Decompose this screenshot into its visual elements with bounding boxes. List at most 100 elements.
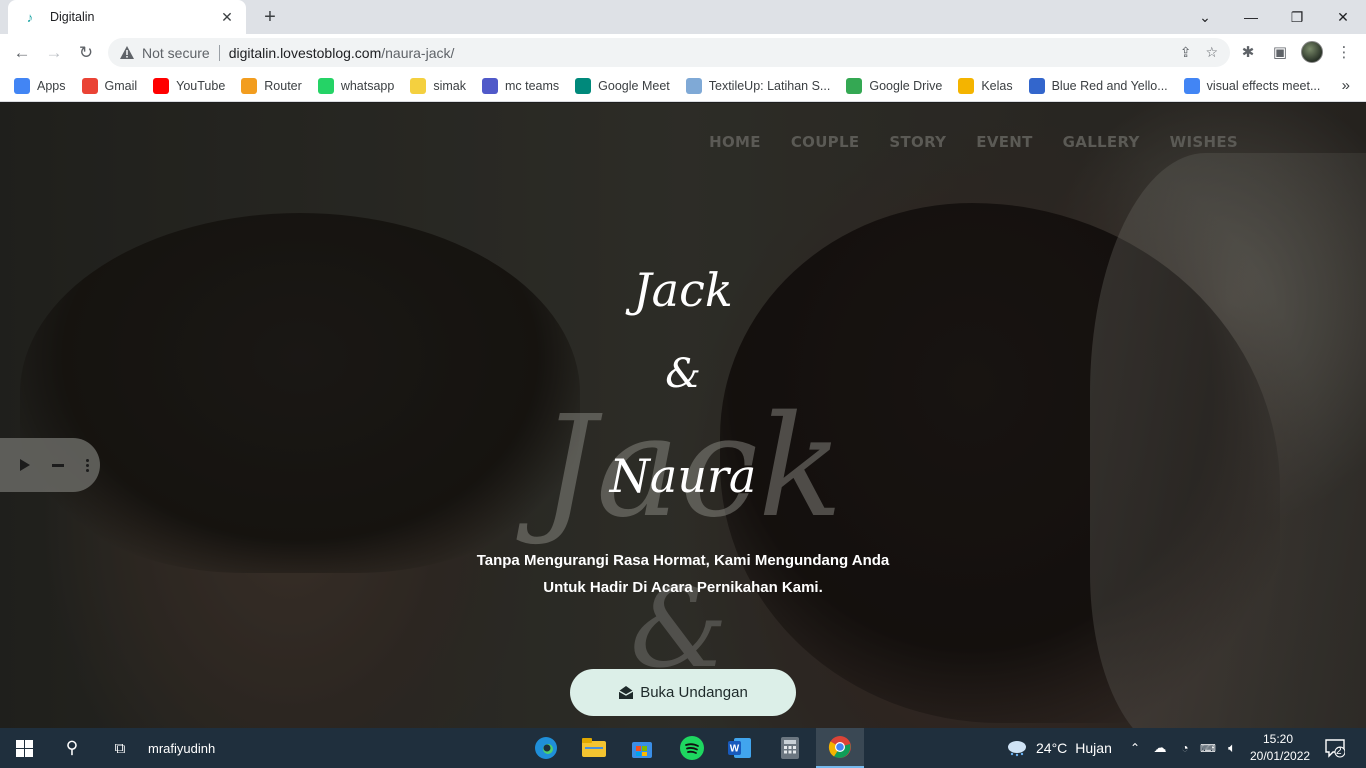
bookmark-label: Apps	[37, 79, 66, 93]
minimize-button[interactable]: —	[1228, 0, 1274, 34]
back-button[interactable]: ←	[8, 39, 36, 67]
invitation-line-2: Untuk Hadir Di Acara Pernikahan Kami.	[543, 579, 823, 596]
bookmark-item[interactable]: Gmail	[81, 78, 138, 94]
url-host: digitalin.lovestoblog.com	[228, 44, 382, 61]
music-player	[0, 438, 100, 492]
bookmark-item[interactable]: simak	[410, 78, 466, 94]
bookmark-label: whatsapp	[340, 79, 395, 93]
nav-item-event[interactable]: EVENT	[976, 133, 1032, 151]
bookmark-item[interactable]: YouTube	[153, 78, 225, 94]
bookmark-label: Google Drive	[869, 79, 943, 93]
profile-avatar[interactable]	[1301, 41, 1323, 63]
search-icon[interactable]: ⚲	[48, 728, 96, 768]
edge-app-icon[interactable]	[522, 728, 570, 768]
bookmark-label: visual effects meet...	[1206, 79, 1321, 93]
bride-name: Naura	[609, 449, 757, 503]
close-tab-icon[interactable]: ✕	[218, 8, 236, 26]
start-button[interactable]	[0, 728, 48, 768]
not-secure-label[interactable]: Not secure	[142, 45, 210, 61]
textileup-icon	[685, 78, 702, 94]
weather-description: Hujan	[1075, 740, 1112, 756]
nav-item-wishes[interactable]: WISHES	[1170, 133, 1238, 151]
apps-grid-icon	[14, 78, 30, 94]
whatsapp-icon	[317, 78, 334, 94]
player-menu-icon[interactable]	[86, 458, 89, 472]
volume-icon[interactable]: 🔈︎	[1222, 728, 1242, 768]
site-favicon-icon: ♪	[26, 9, 34, 25]
canva-icon	[1028, 78, 1045, 94]
nav-item-couple[interactable]: COUPLE	[791, 133, 860, 151]
site-nav: HOME COUPLE STORY EVENT GALLERY WISHES	[709, 133, 1238, 151]
restore-button[interactable]: ❐	[1274, 0, 1320, 34]
bookmark-item[interactable]: Router	[241, 78, 302, 94]
bookmark-label: Kelas	[981, 79, 1013, 93]
address-separator	[218, 44, 220, 61]
nav-item-story[interactable]: STORY	[889, 133, 946, 151]
ime-language-icon[interactable]: ⌨	[1198, 728, 1218, 768]
bookmark-item[interactable]: whatsapp	[317, 78, 395, 94]
taskbar-clock[interactable]: 15:20 20/01/2022	[1250, 731, 1310, 765]
word-icon[interactable]: W	[716, 728, 764, 768]
spotify-icon[interactable]	[668, 728, 716, 768]
notification-count: 2	[1336, 746, 1342, 757]
simak-icon	[410, 78, 427, 94]
bookmark-item[interactable]: Apps	[14, 78, 66, 94]
extensions-puzzle-icon[interactable]: ✱	[1238, 42, 1258, 62]
bookmark-label: YouTube	[176, 79, 226, 93]
teams-icon	[481, 78, 498, 94]
bookmarks-bar: Apps Gmail YouTube Router whatsapp simak mc te…	[0, 71, 1366, 102]
bookmark-item[interactable]: Google Meet	[575, 78, 670, 94]
more-bookmarks-icon[interactable]: »	[1342, 77, 1350, 94]
bookmark-label: Google Meet	[598, 79, 670, 93]
bookmark-label: Blue Red and Yello...	[1051, 79, 1168, 93]
address-bar[interactable]: Not secure digitalin.lovestoblog.com/nau…	[108, 38, 1230, 67]
invitation-line-1: Tanpa Mengurangi Rasa Hormat, Kami Mengu…	[476, 552, 890, 569]
classroom-icon	[958, 78, 975, 94]
bookmark-item[interactable]: visual effects meet...	[1183, 78, 1321, 94]
tab-title: Digitalin	[50, 10, 95, 24]
minimize-player-icon[interactable]	[52, 463, 64, 467]
nav-item-home[interactable]: HOME	[709, 133, 761, 151]
wifi-icon[interactable]: ◔	[1176, 728, 1194, 768]
show-hidden-icons-chevron-icon[interactable]: ⌃	[1126, 728, 1144, 768]
weather-widget[interactable]: 24°C Hujan	[1006, 728, 1112, 768]
close-window-button[interactable]: ✕	[1320, 0, 1366, 34]
bookmark-item[interactable]: Google Drive	[846, 78, 942, 94]
share-icon[interactable]: ⇪	[1180, 44, 1192, 61]
microsoft-store-icon[interactable]	[618, 728, 666, 768]
menu-kebab-icon[interactable]: ⋮	[1334, 42, 1354, 62]
warning-icon	[120, 46, 134, 59]
url-path: /naura-jack/	[381, 44, 455, 61]
bookmark-item[interactable]: Blue Red and Yello...	[1028, 78, 1168, 94]
google-meet-icon	[575, 78, 592, 94]
bookmark-label: Router	[264, 79, 302, 93]
chrome-icon[interactable]	[816, 728, 864, 768]
bookmark-item[interactable]: mc teams	[481, 78, 559, 94]
invitation-text: Tanpa Mengurangi Rasa Hormat, Kami Mengu…	[433, 547, 933, 601]
open-invitation-label: Buka Undangan	[640, 684, 748, 701]
onedrive-cloud-icon[interactable]: ☁	[1150, 728, 1170, 768]
tab-search-icon[interactable]: ⌄	[1182, 0, 1228, 34]
notification-center-icon[interactable]: 2	[1325, 738, 1346, 758]
bookmark-star-icon[interactable]: ☆	[1205, 44, 1218, 61]
bookmark-item[interactable]: Kelas	[958, 78, 1013, 94]
bookmark-label: simak	[433, 79, 466, 93]
reload-button[interactable]: ↻	[72, 39, 100, 67]
svg-text:W: W	[730, 744, 740, 755]
weather-temperature: 24°C	[1036, 740, 1068, 756]
new-tab-button[interactable]: +	[258, 6, 282, 28]
google-drive-icon	[846, 78, 863, 94]
side-panel-icon[interactable]: ▣	[1270, 42, 1290, 62]
nav-item-gallery[interactable]: GALLERY	[1063, 133, 1140, 151]
open-invitation-button[interactable]: Buka Undangan	[570, 669, 796, 716]
task-view-icon[interactable]: ⧉	[96, 728, 144, 768]
router-icon	[241, 78, 258, 94]
play-icon[interactable]	[20, 459, 30, 471]
calculator-icon[interactable]	[766, 728, 814, 768]
browser-tab[interactable]: ♪ Digitalin ✕	[8, 0, 246, 34]
taskbar-username[interactable]: mrafiyudinh	[148, 728, 215, 768]
bookmark-item[interactable]: TextileUp: Latihan S...	[685, 78, 830, 94]
forward-button[interactable]: →	[40, 39, 68, 67]
file-explorer-icon[interactable]	[570, 728, 618, 768]
bookmark-label: Gmail	[104, 79, 138, 93]
